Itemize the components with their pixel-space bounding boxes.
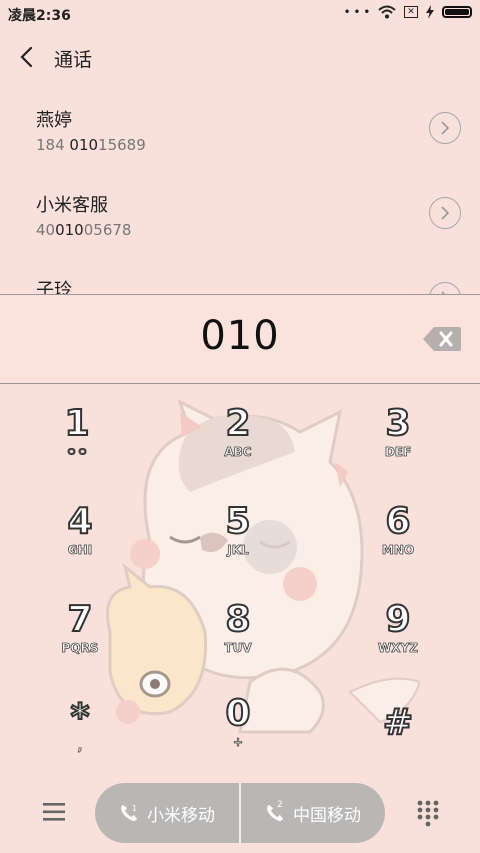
status-time: 凌晨2:36 xyxy=(8,8,71,24)
number-match: 010 xyxy=(55,221,84,239)
voicemail-icon: ㅇㅇ xyxy=(65,445,89,460)
key-7[interactable]: 7 PQRS xyxy=(20,599,140,684)
key-digit: 7 xyxy=(66,599,93,641)
key-1[interactable]: 1 ㅇㅇ xyxy=(17,403,137,488)
sim1-label: 小米移动 xyxy=(147,805,215,826)
key-letters: MNO xyxy=(381,543,415,558)
battery-icon xyxy=(442,6,472,18)
charging-icon xyxy=(426,5,434,19)
sim-call-buttons: 1 小米移动 2 中国移动 xyxy=(95,783,385,843)
key-hash[interactable]: # xyxy=(338,702,458,787)
key-letters: GHI xyxy=(67,543,93,558)
back-arrow-icon[interactable] xyxy=(16,44,40,70)
key-4[interactable]: 4 GHI xyxy=(20,501,140,586)
call-sim1-button[interactable]: 1 小米移动 xyxy=(95,783,239,843)
list-item[interactable]: 子玲 xyxy=(0,268,480,294)
page-title: 通话 xyxy=(54,49,93,71)
list-item[interactable]: 小米客服 4001005678 xyxy=(0,183,480,267)
key-letters: DEF xyxy=(384,445,412,460)
call-sim2-button[interactable]: 2 中国移动 xyxy=(241,783,385,843)
number-prefix: 184 xyxy=(36,136,70,154)
contact-name: 子玲 xyxy=(36,280,72,294)
key-digit: 3 xyxy=(384,403,411,445)
key-letters: , xyxy=(77,739,83,754)
chevron-right-icon[interactable] xyxy=(429,282,461,294)
key-digit: 1 xyxy=(63,403,90,445)
wifi-icon xyxy=(378,5,396,19)
chevron-right-icon[interactable] xyxy=(429,197,461,229)
contact-number: 4001005678 xyxy=(36,221,131,239)
sim2-index: 2 xyxy=(277,800,283,810)
key-letters: PQRS xyxy=(61,641,99,656)
key-star[interactable]: * , xyxy=(20,697,140,782)
dialpad-icon[interactable] xyxy=(416,799,440,827)
key-0[interactable]: 0 + xyxy=(178,693,298,778)
key-letters: ABC xyxy=(224,445,252,460)
key-digit: 6 xyxy=(384,501,411,543)
contact-name: 燕婷 xyxy=(36,110,72,131)
key-8[interactable]: 8 TUV xyxy=(178,599,298,684)
status-bar: 凌晨2:36 • • • ✕ xyxy=(0,0,480,28)
key-letters: WXYZ xyxy=(378,641,419,656)
number-match: 010 xyxy=(69,136,99,154)
key-digit: 8 xyxy=(224,599,251,641)
dial-display: 010 xyxy=(0,294,480,384)
key-digit: 9 xyxy=(384,599,411,641)
key-6[interactable]: 6 MNO xyxy=(338,501,458,586)
sim2-label: 中国移动 xyxy=(293,805,361,826)
key-letters: JKL xyxy=(227,543,249,558)
key-3[interactable]: 3 DEF xyxy=(338,403,458,488)
bottom-bar: 1 小米移动 2 中国移动 xyxy=(0,783,480,843)
key-9[interactable]: 9 WXYZ xyxy=(338,599,458,684)
key-digit: 4 xyxy=(66,501,93,543)
svg-text:1: 1 xyxy=(132,804,137,813)
key-digit: 0 xyxy=(224,693,251,735)
dialed-number: 010 xyxy=(200,313,280,359)
menu-icon[interactable] xyxy=(42,801,66,823)
no-sim-icon: ✕ xyxy=(404,6,418,18)
key-letters: + xyxy=(232,735,244,750)
backspace-icon[interactable] xyxy=(422,325,462,353)
key-letters: TUV xyxy=(224,641,252,656)
dots-icon: • • • xyxy=(343,6,370,18)
key-digit: 5 xyxy=(224,501,251,543)
phone-sim2-icon: 2 xyxy=(265,800,285,823)
key-digit: 2 xyxy=(224,403,251,445)
number-prefix: 40 xyxy=(36,221,56,239)
key-2[interactable]: 2 ABC xyxy=(178,403,298,488)
number-suffix: 15689 xyxy=(98,136,146,154)
list-item[interactable]: 燕婷 184 01015689 xyxy=(0,98,480,182)
phone-sim1-icon: 1 xyxy=(121,804,137,821)
key-5[interactable]: 5 JKL xyxy=(178,501,298,586)
header: 通话 xyxy=(0,38,480,78)
key-digit: # xyxy=(382,702,414,744)
chevron-right-icon[interactable] xyxy=(429,112,461,144)
contact-number: 184 01015689 xyxy=(36,136,146,154)
contact-name: 小米客服 xyxy=(36,195,108,216)
key-digit: * xyxy=(70,697,91,739)
status-icons: • • • ✕ xyxy=(344,5,472,19)
number-suffix: 05678 xyxy=(83,221,132,239)
